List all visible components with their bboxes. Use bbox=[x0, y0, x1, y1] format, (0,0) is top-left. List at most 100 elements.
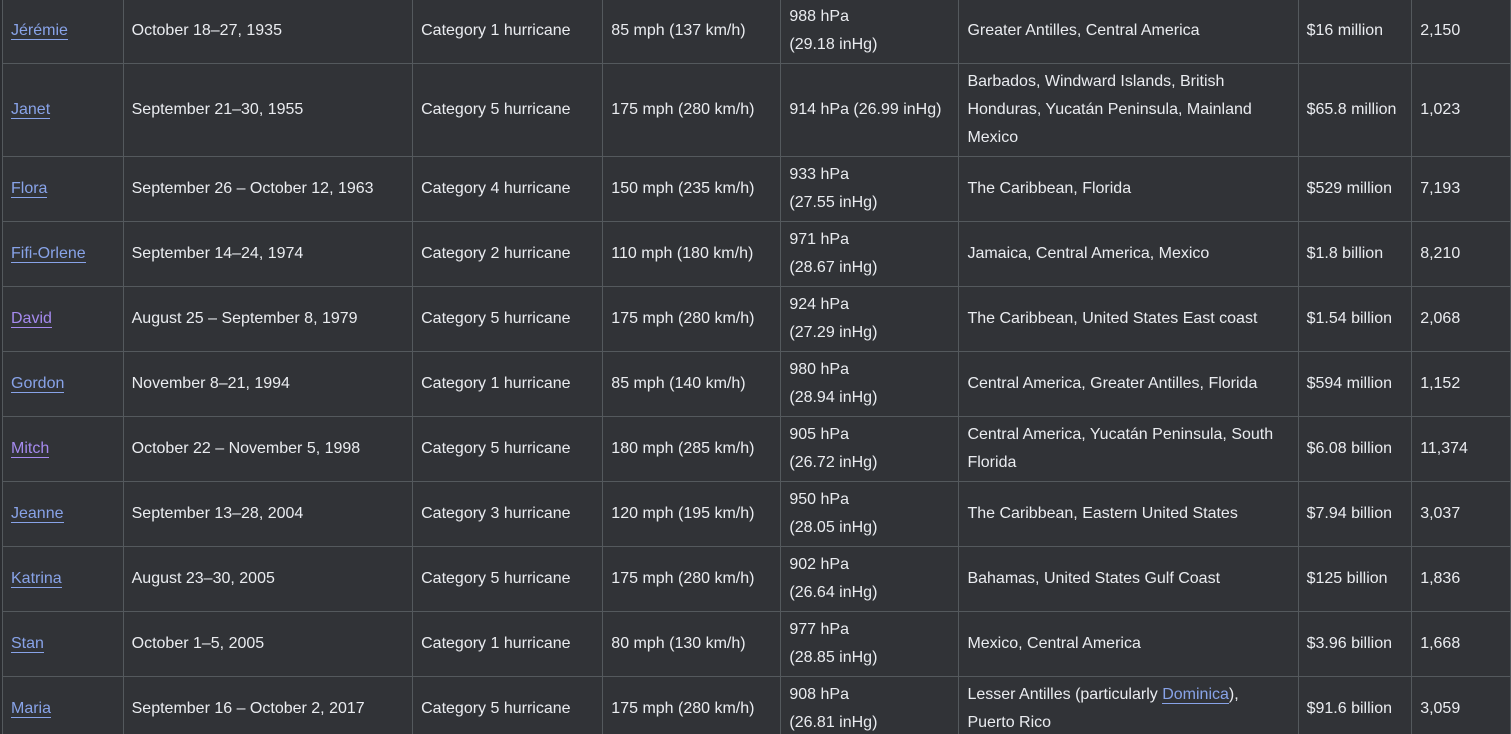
cell-category: Category 1 hurricane bbox=[412, 611, 604, 677]
cell-dates: August 25 – September 8, 1979 bbox=[122, 286, 414, 352]
cell-category: Category 5 hurricane bbox=[412, 286, 604, 352]
areas-text: The Caribbean, Florida bbox=[967, 180, 1132, 197]
table-row: Stan October 1–5, 2005 Category 1 hurrican… bbox=[2, 611, 1511, 677]
category-text: Category 1 hurricane bbox=[421, 22, 571, 39]
cell-deaths: 3,059 bbox=[1411, 676, 1511, 734]
pressure-text: 950 hPa (28.05 inHg) bbox=[789, 491, 878, 536]
category-text: Category 2 hurricane bbox=[421, 245, 571, 262]
areas-text: Central America, Yucatán Peninsula, Sout… bbox=[967, 426, 1274, 471]
damage-text: $6.08 billion bbox=[1306, 440, 1392, 457]
hurricane-name-link[interactable]: Flora bbox=[11, 180, 48, 198]
pressure-text: 914 hPa (26.99 inHg) bbox=[789, 101, 942, 118]
hurricane-name-link[interactable]: Stan bbox=[11, 635, 44, 653]
cell-areas: Greater Antilles, Central America bbox=[958, 0, 1299, 64]
deaths-text: 3,059 bbox=[1420, 700, 1461, 717]
cell-name: Mitch bbox=[2, 416, 124, 482]
dates-text: October 22 – November 5, 1998 bbox=[131, 440, 361, 457]
table-row: Fifi-Orlene September 14–24, 1974 Category… bbox=[2, 221, 1511, 287]
table-row: Mitch October 22 – November 5, 1998 Catego… bbox=[2, 416, 1511, 482]
cell-dates: October 18–27, 1935 bbox=[122, 0, 414, 64]
cell-category: Category 5 hurricane bbox=[412, 63, 604, 157]
hurricane-name-link[interactable]: David bbox=[11, 310, 52, 328]
cell-category: Category 3 hurricane bbox=[412, 481, 604, 547]
cell-wind: 175 mph (280 km/h) bbox=[602, 676, 782, 734]
cell-name: David bbox=[2, 286, 124, 352]
hurricane-name-link[interactable]: Janet bbox=[11, 101, 51, 119]
category-text: Category 5 hurricane bbox=[421, 440, 571, 457]
wind-text: 180 mph (285 km/h) bbox=[611, 440, 755, 457]
cell-wind: 175 mph (280 km/h) bbox=[602, 63, 782, 157]
pressure-text: 988 hPa (29.18 inHg) bbox=[789, 8, 878, 53]
damage-text: $91.6 billion bbox=[1306, 700, 1392, 717]
areas-text: Bahamas, United States Gulf Coast bbox=[967, 570, 1221, 587]
cell-pressure: 908 hPa (26.81 inHg) bbox=[780, 676, 960, 734]
cell-dates: September 26 – October 12, 1963 bbox=[122, 156, 414, 222]
cell-category: Category 1 hurricane bbox=[412, 351, 604, 417]
areas-text: The Caribbean, United States East coast bbox=[967, 310, 1258, 327]
table-row: Jérémie October 18–27, 1935 Category 1 hur… bbox=[2, 0, 1511, 64]
cell-pressure: 980 hPa (28.94 inHg) bbox=[780, 351, 960, 417]
area-link-dominica[interactable]: Dominica bbox=[1162, 686, 1229, 704]
cell-damage: $16 million bbox=[1297, 0, 1413, 64]
areas-text: The Caribbean, Eastern United States bbox=[967, 505, 1238, 522]
pressure-text: 924 hPa (27.29 inHg) bbox=[789, 296, 878, 341]
hurricane-name-link[interactable]: Katrina bbox=[11, 570, 62, 588]
cell-category: Category 5 hurricane bbox=[412, 676, 604, 734]
cell-deaths: 1,668 bbox=[1411, 611, 1511, 677]
category-text: Category 5 hurricane bbox=[421, 310, 571, 327]
pressure-text: 908 hPa (26.81 inHg) bbox=[789, 686, 878, 731]
cell-wind: 120 mph (195 km/h) bbox=[602, 481, 782, 547]
cell-name: Gordon bbox=[2, 351, 124, 417]
cell-wind: 180 mph (285 km/h) bbox=[602, 416, 782, 482]
hurricane-name-link[interactable]: Maria bbox=[11, 700, 52, 718]
wind-text: 85 mph (140 km/h) bbox=[611, 375, 746, 392]
cell-areas: Barbados, Windward Islands, British Hond… bbox=[958, 63, 1299, 157]
cell-pressure: 971 hPa (28.67 inHg) bbox=[780, 221, 960, 287]
table-row: Flora September 26 – October 12, 1963 Cate… bbox=[2, 156, 1511, 222]
cell-deaths: 1,152 bbox=[1411, 351, 1511, 417]
pressure-text: 933 hPa (27.55 inHg) bbox=[789, 166, 878, 211]
dates-text: October 1–5, 2005 bbox=[131, 635, 265, 652]
wind-text: 120 mph (195 km/h) bbox=[611, 505, 755, 522]
cell-category: Category 5 hurricane bbox=[412, 416, 604, 482]
category-text: Category 1 hurricane bbox=[421, 635, 571, 652]
areas-text: Mexico, Central America bbox=[967, 635, 1141, 652]
cell-category: Category 2 hurricane bbox=[412, 221, 604, 287]
cell-damage: $1.8 billion bbox=[1297, 221, 1413, 287]
hurricane-name-link[interactable]: Jérémie bbox=[11, 22, 68, 40]
hurricane-name-link[interactable]: Gordon bbox=[11, 375, 65, 393]
damage-text: $1.54 billion bbox=[1306, 310, 1392, 327]
hurricanes-table-body: Jérémie October 18–27, 1935 Category 1 hur… bbox=[2, 0, 1511, 734]
cell-pressure: 933 hPa (27.55 inHg) bbox=[780, 156, 960, 222]
areas-text: Central America, Greater Antilles, Flori… bbox=[967, 375, 1258, 392]
cell-dates: September 13–28, 2004 bbox=[122, 481, 414, 547]
cell-deaths: 2,068 bbox=[1411, 286, 1511, 352]
cell-deaths: 2,150 bbox=[1411, 0, 1511, 64]
page: Jérémie October 18–27, 1935 Category 1 hur… bbox=[0, 0, 1511, 734]
cell-wind: 150 mph (235 km/h) bbox=[602, 156, 782, 222]
damage-text: $3.96 billion bbox=[1306, 635, 1392, 652]
hurricane-name-link[interactable]: Mitch bbox=[11, 440, 50, 458]
cell-areas: Jamaica, Central America, Mexico bbox=[958, 221, 1299, 287]
dates-text: November 8–21, 1994 bbox=[131, 375, 290, 392]
damage-text: $7.94 billion bbox=[1306, 505, 1392, 522]
category-text: Category 3 hurricane bbox=[421, 505, 571, 522]
cell-damage: $1.54 billion bbox=[1297, 286, 1413, 352]
wind-text: 110 mph (180 km/h) bbox=[611, 245, 754, 262]
table-row: Gordon November 8–21, 1994 Category 1 hurr… bbox=[2, 351, 1511, 417]
cell-damage: $7.94 billion bbox=[1297, 481, 1413, 547]
cell-dates: September 21–30, 1955 bbox=[122, 63, 414, 157]
table-row: David August 25 – September 8, 1979 Catego… bbox=[2, 286, 1511, 352]
cell-name: Fifi-Orlene bbox=[2, 221, 124, 287]
dates-text: September 26 – October 12, 1963 bbox=[131, 180, 374, 197]
hurricane-name-link[interactable]: Fifi-Orlene bbox=[11, 245, 86, 263]
hurricane-name-link[interactable]: Jeanne bbox=[11, 505, 64, 523]
cell-wind: 110 mph (180 km/h) bbox=[602, 221, 782, 287]
cell-areas: The Caribbean, Florida bbox=[958, 156, 1299, 222]
pressure-text: 905 hPa (26.72 inHg) bbox=[789, 426, 878, 471]
cell-pressure: 924 hPa (27.29 inHg) bbox=[780, 286, 960, 352]
cell-wind: 85 mph (140 km/h) bbox=[602, 351, 782, 417]
areas-text: Greater Antilles, Central America bbox=[967, 22, 1200, 39]
cell-category: Category 1 hurricane bbox=[412, 0, 604, 64]
damage-text: $1.8 billion bbox=[1306, 245, 1384, 262]
